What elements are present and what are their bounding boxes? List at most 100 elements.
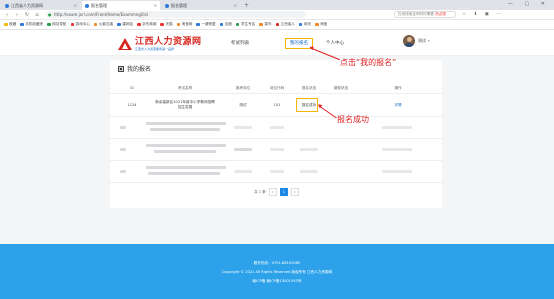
redacted-block [120,170,126,173]
redacted-block [146,166,226,169]
bookmark-icon [20,22,24,27]
bookmark-label: 京东商城 [142,22,157,26]
footer-hotline: 服务热线：0791-86109065 [253,261,301,265]
bookmark-icon [219,22,224,27]
cell-id: 1124 [127,103,137,107]
bookmark-icon [4,22,8,27]
detail-link[interactable]: 详情 [360,103,436,108]
nav-exam-list[interactable]: 考试列表 [227,38,253,49]
pagination-total: 共 1 条 [254,189,266,194]
bookmark-icon [176,22,181,27]
logo-subtitle: 江西省人力资源服务第一品牌 [135,47,175,51]
bookmark-label: 手机收藏夹 [25,22,44,26]
footer-copyright: Copyright © 2021 All Rights Reserved 版权所… [221,270,333,274]
page-1-button[interactable]: 1 [279,188,288,196]
redacted-block [270,126,284,129]
chevron-down-icon: ▾ [428,39,430,43]
search-hot-label: 热点搜 [435,12,446,16]
next-page-button[interactable]: › [290,188,299,196]
browser-tab-active[interactable]: 报名管理 ✕ [82,1,160,10]
page-title: ▣ 我的报名 [118,64,151,73]
bookmark-item[interactable]: 收藏 [4,22,16,27]
bookmark-label: 网址导航 [52,22,67,26]
redacted-block [150,128,220,131]
bookmark-icon [93,22,98,27]
site-logo[interactable]: 江西人力资源网 江西省人力资源服务第一品牌 [118,35,202,53]
col-exam-name: 考试名称 [177,86,193,90]
col-action: 操作 [394,86,402,90]
col-id: ID [130,86,134,90]
bookmark-icon [117,22,121,27]
col-code: 岗位代码 [269,86,285,90]
browser-search-input[interactable]: 在用搜索证明材料需要 热点搜 [394,11,456,18]
redacted-block [300,170,318,173]
site-header: 江西人力资源网 江西省人力资源服务第一品牌 考试列表 我的报名 个人中心 测试 … [0,30,554,56]
prev-page-button[interactable]: ‹ [268,188,277,196]
bookmark-icon [47,22,51,27]
pagination: 共 1 条 ‹ 1 › [254,188,299,196]
bookmark-icon [235,22,240,27]
user-menu[interactable]: 测试 ▾ [403,35,430,47]
redacted-block [146,122,226,125]
bookmark-label: 游戏中心 [75,22,90,26]
bookmark-item[interactable]: 网址导航 [47,22,67,27]
redacted-block [234,126,252,129]
footer-icp[interactable]: 赣ICP备 赣ICP备13001593号 [0,279,554,284]
avatar [403,35,415,47]
table-row: 1124 新余高新区2021年新中小学教师招聘 招生发展 测试 101 报名成功… [110,95,442,117]
bookmark-label: 菜鸟 [264,22,272,26]
bookmark-item[interactable]: 江西省人 [275,22,295,27]
tab-label: 报名管理 [91,3,107,8]
back-icon[interactable]: ‹ [4,12,10,18]
redacted-block [120,148,126,151]
browser-tab[interactable]: 江西省人力资源网 ✕ [2,1,80,10]
browser-tab[interactable]: 报名管理 ✕ [162,1,240,10]
bookmark-item[interactable]: 建网站 [117,22,133,27]
cell-exam-name: 新余高新区2021年新中小学教师招聘 招生发展 [144,100,226,110]
close-icon[interactable]: ✕ [234,1,237,10]
bookmark-item[interactable]: 淘宝网 [176,22,193,27]
close-icon[interactable]: ✕ [74,1,77,10]
redacted-block [154,150,216,153]
close-icon[interactable]: ✕ [154,1,157,10]
redacted-block [146,144,226,147]
logo-mark-icon [118,37,132,51]
bookmark-item[interactable]: 网页 [298,22,311,27]
redacted-block [382,148,412,151]
bookmark-label: 建网站 [122,22,134,26]
bookmark-label: 淘宝网 [181,22,193,26]
cell-post: 测试 [239,103,247,107]
address-toolbar: ‹ › ↻ ⌂ ● http://exam.jxrl.com/Front/Home… [0,10,554,20]
bookmark-icon [70,22,75,27]
col-status: 报名状态 [301,86,317,90]
bookmark-item[interactable]: 学生专区 [235,22,255,27]
window-controls[interactable]: — ▢ ✕ [508,1,550,7]
bookmark-item[interactable]: 百度 [219,22,232,27]
bookmark-item[interactable]: 一键修复 [196,22,216,27]
refresh-icon[interactable]: ↻ [24,12,30,18]
table-row-redacted [110,139,442,161]
page-title-text: 我的报名 [127,66,152,73]
bookmark-item[interactable]: 淘宝 [315,22,327,27]
logo-title: 江西人力资源网 [135,37,202,47]
browser-toolbar-icons[interactable]: ☆ ⬇ ▣ ⋯ [462,12,504,17]
bookmark-item[interactable]: 菜鸟 [259,22,272,27]
bookmark-item[interactable]: 手机收藏夹 [20,22,43,27]
bookmark-icon [275,22,280,27]
nav-personal-center[interactable]: 个人中心 [322,38,348,49]
bookmark-item[interactable]: 游戏中心 [70,22,90,27]
bookmark-label: 火影忍者 [98,22,114,26]
col-post: 报考岗位 [235,86,251,90]
forward-icon[interactable]: › [14,12,20,18]
url-input[interactable]: ● http://exam.jxrl.com/Front/Home/Exammng… [46,11,306,18]
bookmark-item[interactable]: 京东商城 [137,22,156,27]
new-tab-button[interactable]: + [244,1,249,10]
bookmark-item[interactable]: 天猫 [160,22,173,27]
secure-lock-icon: ● [48,12,52,17]
home-icon[interactable]: ⌂ [34,12,40,18]
bookmark-item[interactable]: 火影忍者 [93,22,114,27]
url-text: http://exam.jxrl.com/Front/Home/Exammng/… [54,12,149,17]
redacted-block [300,148,318,151]
bookmark-label: 百度 [224,22,232,26]
browser-tab-bar: 江西省人力资源网 ✕ 报名管理 ✕ 报名管理 ✕ + — ▢ ✕ [0,0,554,10]
